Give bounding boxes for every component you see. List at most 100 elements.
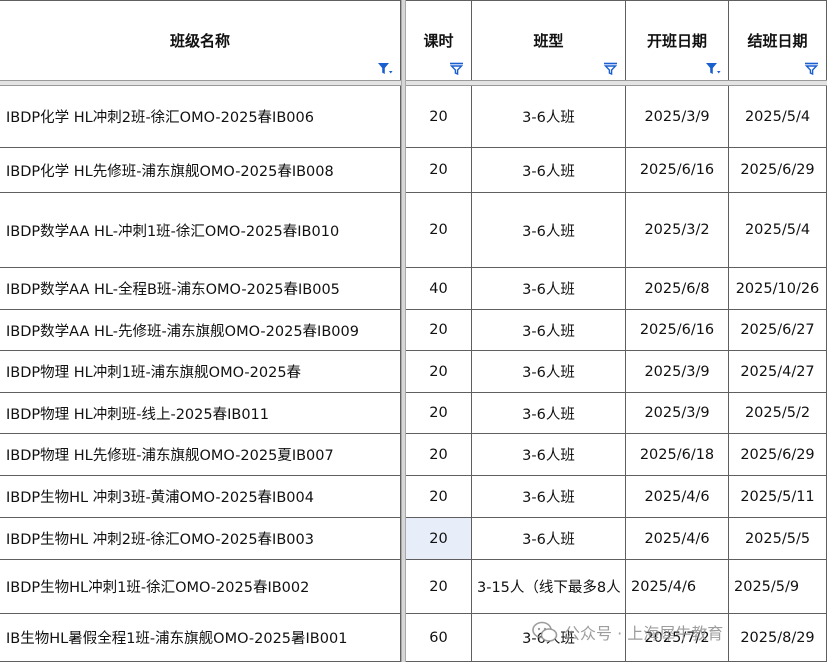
cell-text: 20 [429,108,448,125]
cell-end-date[interactable]: 2025/10/26 [729,268,827,310]
cell-text: 3-6人班 [522,110,575,126]
cell-end-date[interactable]: 2025/6/29 [729,148,827,193]
cell-hours[interactable]: 20 [406,193,472,268]
cell-class-type[interactable]: 3-6人班 [472,193,626,268]
cell-end-date[interactable]: 2025/8/29 [729,614,827,662]
cell-end-date[interactable]: 2025/5/4 [729,193,827,268]
cell-hours[interactable]: 20 [406,560,472,614]
cell-hours[interactable]: 20 [406,518,472,560]
header-label: 结班日期 [747,32,808,50]
cell-start-date[interactable]: 2025/6/18 [626,434,729,476]
header-end-date[interactable]: 结班日期 [729,0,827,80]
cell-class-name[interactable]: IBDP数学AA HL-全程B班-浦东OMO-2025春IB005 [0,268,401,310]
cell-hours[interactable]: 20 [406,476,472,518]
cell-start-date[interactable]: 2025/6/16 [626,148,729,193]
cell-text: 20 [429,530,448,547]
cell-hours[interactable]: 20 [406,148,472,193]
cell-text: 20 [429,222,448,238]
cell-text: 2025/4/6 [644,488,710,505]
cell-text: 20 [429,405,448,421]
cell-class-type[interactable]: 3-6人班 [472,518,626,560]
frozen-row-divider [0,80,827,86]
cell-text: 2025/5/4 [744,108,811,125]
cell-text: 2025/6/29 [740,162,815,178]
cell-class-type[interactable]: 3-6人班 [472,476,626,518]
cell-text: 3-15人（线下最多8人 [477,580,621,596]
header-start-date[interactable]: 开班日期 [626,0,729,80]
cell-class-name[interactable]: IBDP生物HL 冲刺2班-徐汇OMO-2025春IB003 [0,518,401,560]
cell-text: 3-6人班 [522,323,575,340]
filter-dropdown-button[interactable] [803,61,819,75]
cell-hours[interactable]: 20 [406,310,472,351]
cell-text: 3-6人班 [522,223,575,240]
filter-dropdown-button[interactable] [377,61,393,75]
cell-end-date[interactable]: 2025/5/4 [729,86,827,148]
cell-class-name[interactable]: IBDP物理 HL冲刺1班-浦东旗舰OMO-2025春 [0,351,401,393]
cell-start-date[interactable]: 2025/3/9 [626,393,729,434]
cell-text: IBDP物理 HL冲刺班-线上-2025春IB011 [6,406,269,423]
cell-class-type[interactable]: 3-6人班 [472,434,626,476]
cell-text: 2025/5/11 [740,488,815,505]
cell-start-date[interactable]: 2025/3/2 [626,193,729,268]
cell-text: IBDP数学AA HL-冲刺1班-徐汇OMO-2025春IB010 [6,223,340,240]
cell-end-date[interactable]: 2025/4/27 [729,351,827,393]
cell-start-date[interactable]: 2025/4/6 [626,476,729,518]
cell-hours[interactable]: 40 [406,268,472,310]
cell-start-date[interactable]: 2025/4/6 [626,560,729,614]
cell-class-name[interactable]: IBDP数学AA HL-先修班-浦东旗舰OMO-2025春IB009 [0,310,401,351]
cell-text: IBDP生物HL 冲刺2班-徐汇OMO-2025春IB003 [6,532,314,548]
filter-dropdown-button[interactable] [705,61,721,75]
header-hours[interactable]: 课时 [406,0,472,80]
filter-dropdown-button[interactable] [448,61,464,75]
header-class-type[interactable]: 班型 [472,0,626,80]
cell-text: 3-6人班 [522,282,575,298]
cell-text: IBDP数学AA HL-先修班-浦东旗舰OMO-2025春IB009 [6,323,359,340]
cell-start-date[interactable]: 2025/6/16 [626,310,729,351]
cell-class-type[interactable]: 3-6人班 [472,268,626,310]
cell-hours[interactable]: 20 [406,351,472,393]
frozen-column-divider[interactable] [401,0,406,662]
cell-start-date[interactable]: 2025/4/6 [626,518,729,560]
cell-text: 2025/4/6 [644,530,710,547]
cell-class-type[interactable]: 3-6人班 [472,393,626,434]
cell-class-type[interactable]: 3-6人班 [472,86,626,148]
cell-start-date[interactable]: 2025/3/9 [626,351,729,393]
spreadsheet: 班级名称 课时 班型 开班日期 结班日期 IBDP化学 HL冲刺2班-徐汇OMO-2025… [0,0,827,662]
cell-start-date[interactable]: 2025/3/9 [626,86,729,148]
cell-start-date[interactable]: 2025/6/8 [626,268,729,310]
cell-end-date[interactable]: 2025/5/5 [729,518,827,560]
header-label: 班型 [533,32,564,50]
cell-text: IBDP数学AA HL-全程B班-浦东OMO-2025春IB005 [6,282,340,298]
cell-class-type[interactable]: 3-15人（线下最多8人 [472,560,626,614]
cell-text: 2025/3/9 [644,405,710,421]
filter-icon [449,62,463,75]
cell-class-name[interactable]: IBDP数学AA HL-冲刺1班-徐汇OMO-2025春IB010 [0,193,401,268]
cell-class-name[interactable]: IBDP生物HL冲刺1班-徐汇OMO-2025春IB002 [0,560,401,614]
cell-end-date[interactable]: 2025/5/9 [729,560,827,614]
header-class-name[interactable]: 班级名称 [0,0,401,80]
cell-text: 20 [429,363,448,380]
filter-dropdown-button[interactable] [602,61,618,75]
cell-hours[interactable]: 20 [406,393,472,434]
cell-text: IBDP物理 HL冲刺1班-浦东旗舰OMO-2025春 [6,365,302,381]
cell-end-date[interactable]: 2025/5/2 [729,393,827,434]
cell-end-date[interactable]: 2025/6/27 [729,310,827,351]
cell-class-name[interactable]: IBDP化学 HL先修班-浦东旗舰OMO-2025春IB008 [0,148,401,193]
cell-class-name[interactable]: IBDP生物HL 冲刺3班-黄浦OMO-2025春IB004 [0,476,401,518]
cell-hours[interactable]: 20 [406,434,472,476]
cell-class-type[interactable]: 3-6人班 [472,310,626,351]
cell-text: 2025/8/29 [740,629,815,646]
filter-icon [603,62,617,75]
cell-class-type[interactable]: 3-6人班 [472,148,626,193]
cell-end-date[interactable]: 2025/5/11 [729,476,827,518]
cell-end-date[interactable]: 2025/6/29 [729,434,827,476]
cell-class-name[interactable]: IBDP物理 HL冲刺班-线上-2025春IB011 [0,393,401,434]
cell-class-name[interactable]: IBDP物理 HL先修班-浦东旗舰OMO-2025夏IB007 [0,434,401,476]
cell-class-type[interactable]: 3-6人班 [472,351,626,393]
cell-hours[interactable]: 20 [406,86,472,148]
cell-text: 2025/6/16 [639,322,715,338]
cell-hours[interactable]: 60 [406,614,472,662]
cell-class-name[interactable]: IB生物HL暑假全程1班-浦东旗舰OMO-2025暑IB001 [0,614,401,662]
cell-text: IBDP生物HL冲刺1班-徐汇OMO-2025春IB002 [6,580,310,596]
cell-class-name[interactable]: IBDP化学 HL冲刺2班-徐汇OMO-2025春IB006 [0,86,401,148]
